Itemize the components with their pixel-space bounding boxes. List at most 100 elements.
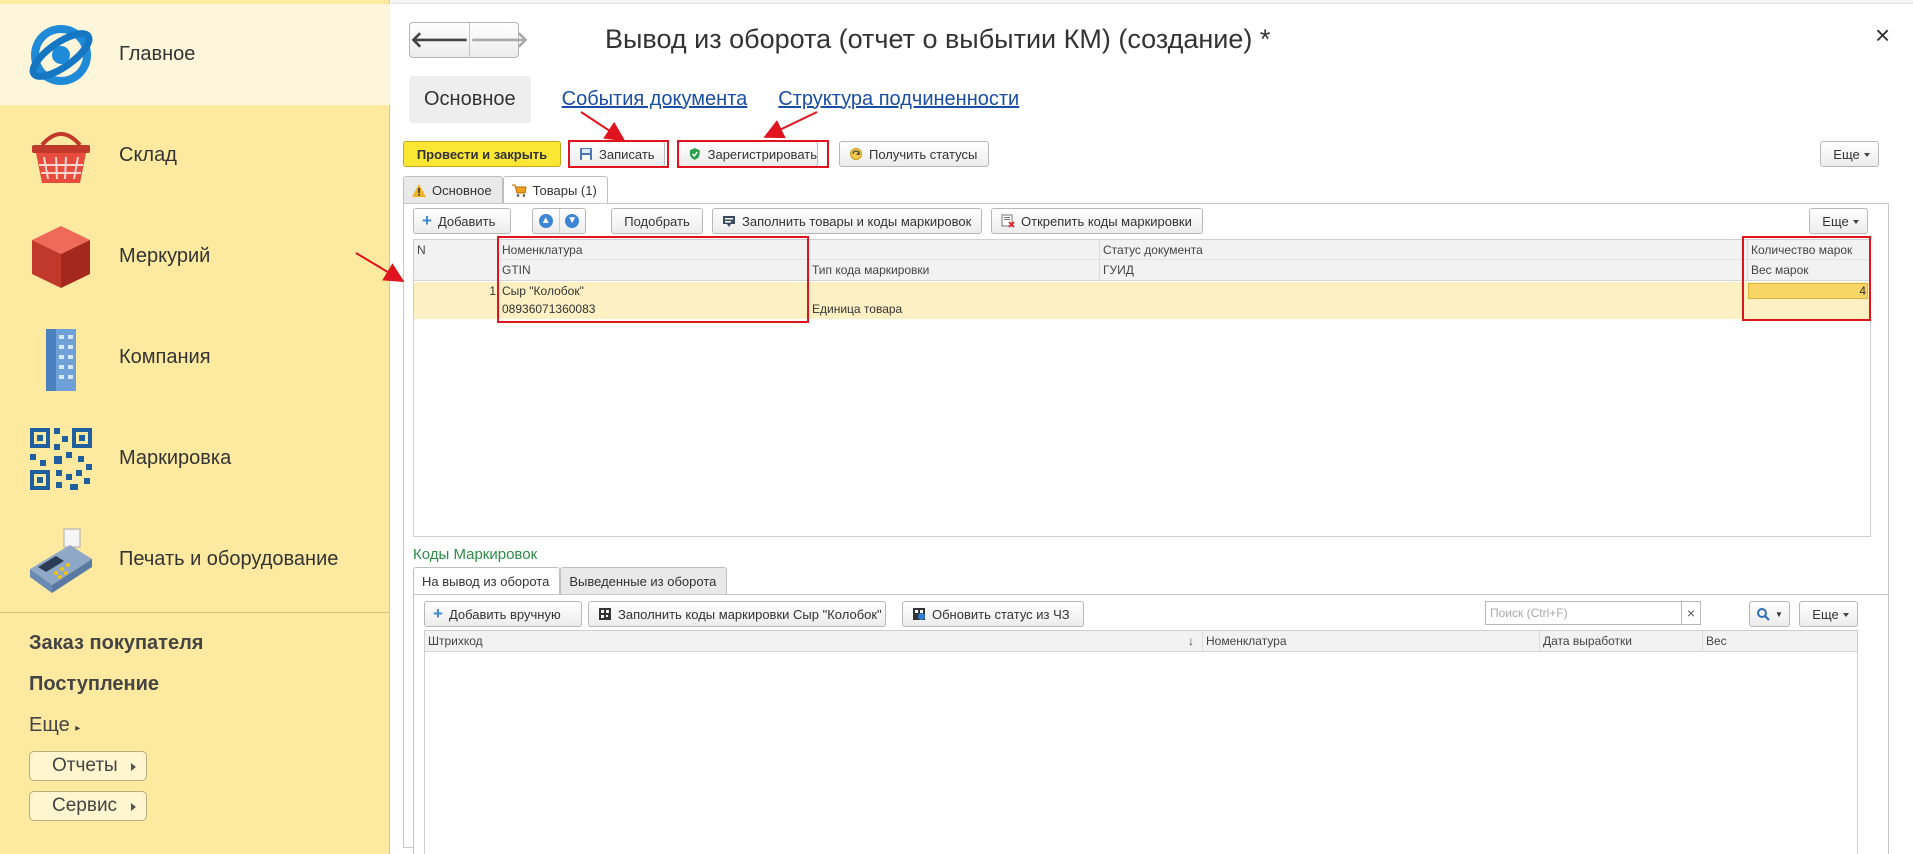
close-button[interactable]: × <box>1875 20 1890 51</box>
warning-icon <box>412 183 426 197</box>
col-doc-status[interactable]: Статус документа <box>1100 240 1748 260</box>
sidebar-item-main[interactable]: Главное <box>0 4 390 105</box>
sidebar-button-reports[interactable]: Отчеты <box>29 751 147 781</box>
fill-codes-button[interactable]: Заполнить коды маркировки Сыр "Колобок" <box>588 601 886 627</box>
sidebar-item-label: Меркурий <box>119 245 211 267</box>
sidebar-item-mercury[interactable]: Меркурий <box>0 206 390 307</box>
detach-codes-button[interactable]: Открепить коды маркировки <box>991 208 1203 234</box>
fill-list-icon <box>723 216 735 227</box>
codes-tabs: На вывод из оборота Выведенные из оборот… <box>413 567 728 594</box>
sidebar-more-label: Еще <box>29 714 70 736</box>
col-barcode[interactable]: Штрихкод ↓ <box>425 631 1203 651</box>
get-statuses-button-label: Получить статусы <box>869 146 978 162</box>
get-statuses-button[interactable]: Получить статусы <box>839 141 989 167</box>
col-barcode-label: Штрихкод <box>428 634 483 648</box>
arrow-right-icon: 🡒 <box>470 27 529 52</box>
codes-more-label: Еще <box>1812 606 1839 622</box>
plus-icon: + <box>433 604 443 623</box>
qr-code-icon <box>599 608 611 620</box>
sidebar-link-receipt[interactable]: Поступление <box>29 673 159 696</box>
col-weight[interactable]: Вес <box>1703 631 1857 651</box>
search-options-button[interactable]: ▼ <box>1749 601 1790 627</box>
add-manually-label: Добавить вручную <box>448 606 561 622</box>
register-button[interactable]: Зарегистрировать <box>678 141 818 167</box>
save-button[interactable]: Записать <box>569 141 665 167</box>
page-title: Вывод из оборота (отчет о выбытии КМ) (с… <box>605 24 1271 54</box>
col-code-type[interactable]: Тип кода маркировки <box>809 260 1100 280</box>
clear-search-button[interactable]: × <box>1681 601 1701 625</box>
chevron-right-icon <box>131 763 136 771</box>
post-and-close-button[interactable]: Провести и закрыть <box>403 141 561 167</box>
sidebar-item-label: Печать и оборудование <box>119 548 339 570</box>
col-marks-qty[interactable]: Количество марок <box>1748 240 1870 260</box>
more-button[interactable]: Еще <box>1820 141 1879 167</box>
move-buttons: ▲ ▼ <box>532 208 586 234</box>
col-marks-weight[interactable]: Вес марок <box>1748 260 1870 280</box>
cell-code-type: Единица товара <box>812 302 903 316</box>
detach-codes-label: Открепить коды маркировки <box>1021 213 1192 229</box>
document-form: 🡐 🡒 Вывод из оборота (отчет о выбытии КМ… <box>391 0 1913 854</box>
globe-icon <box>29 24 93 85</box>
sidebar-item-marking[interactable]: Маркировка <box>0 408 390 509</box>
sidebar: Главное Склад Меркурий Компания Маркиров… <box>0 0 390 854</box>
section-title-codes: Коды Маркировок <box>413 546 538 563</box>
fill-codes-label: Заполнить коды маркировки Сыр "Колобок" <box>618 606 882 622</box>
sidebar-item-print-equipment[interactable]: Печать и оборудование <box>0 509 390 610</box>
codes-table: Штрихкод ↓ Номенклатура Дата выработки В… <box>424 630 1858 854</box>
tab-to-withdraw[interactable]: На вывод из оборота <box>413 567 561 594</box>
pick-button[interactable]: Подобрать <box>611 208 703 234</box>
sidebar-button-service[interactable]: Сервис <box>29 791 147 821</box>
add-button-label: Добавить <box>437 213 496 229</box>
tab-withdrawn[interactable]: Выведенные из оборота <box>560 567 728 594</box>
sidebar-more[interactable]: Еще ▸ <box>29 714 80 737</box>
arrow-down-icon: ▼ <box>565 214 580 228</box>
cart-icon <box>511 184 527 197</box>
goods-more-button[interactable]: Еще <box>1809 208 1868 234</box>
sidebar-item-label: Маркировка <box>119 447 232 469</box>
back-button[interactable]: 🡐 <box>410 23 470 57</box>
refresh-status-button[interactable]: Обновить статус из ЧЗ <box>902 601 1084 627</box>
codes-table-header: Штрихкод ↓ Номенклатура Дата выработки В… <box>425 631 1857 652</box>
register-button-label: Зарегистрировать <box>707 146 817 162</box>
table-row[interactable]: 1 Сыр "Колобок" 08936071360083 Единица т… <box>414 282 1870 319</box>
add-manually-button[interactable]: + Добавить вручную <box>424 601 582 627</box>
col-gtin[interactable]: GTIN <box>499 260 809 280</box>
tab-inner-main-label: Основное <box>432 182 492 198</box>
forward-button[interactable]: 🡒 <box>470 23 529 57</box>
building-icon <box>46 328 76 391</box>
move-down-button[interactable]: ▼ <box>560 209 586 233</box>
top-strip <box>391 0 1913 4</box>
more-button-label: Еще <box>1833 146 1860 162</box>
goods-table: N Номенклатура Статус документа Количест… <box>413 239 1871 537</box>
detach-icon <box>1001 214 1015 228</box>
tab-subordination-structure[interactable]: Структура подчиненности <box>778 88 1019 111</box>
plus-icon: + <box>422 211 432 230</box>
navigation-buttons: 🡐 🡒 <box>409 22 529 58</box>
tab-goods[interactable]: Товары (1) <box>502 176 608 203</box>
col-n[interactable]: N <box>414 240 499 280</box>
sidebar-item-warehouse[interactable]: Склад <box>0 105 390 206</box>
sidebar-link-customer-order[interactable]: Заказ покупателя <box>29 632 203 655</box>
col-nomenclature[interactable]: Номенклатура <box>499 240 809 260</box>
chevron-down-icon <box>1864 153 1870 157</box>
codes-more-button[interactable]: Еще <box>1799 601 1858 627</box>
sidebar-button-label: Сервис <box>52 795 118 816</box>
col-codes-nomenclature[interactable]: Номенклатура <box>1203 631 1540 651</box>
pos-terminal-icon <box>30 528 92 593</box>
cube-icon <box>32 225 90 288</box>
tab-inner-main[interactable]: Основное <box>403 176 503 203</box>
search-input[interactable]: Поиск (Ctrl+F) <box>1485 601 1701 625</box>
col-production-date[interactable]: Дата выработки <box>1540 631 1703 651</box>
fill-goods-codes-button[interactable]: Заполнить товары и коды маркировок <box>712 208 982 234</box>
tab-document-events[interactable]: События документа <box>562 88 748 111</box>
sidebar-item-company[interactable]: Компания <box>0 307 390 408</box>
basket-icon <box>32 131 90 183</box>
add-button[interactable]: + Добавить <box>413 208 511 234</box>
chevron-down-icon <box>1843 613 1849 617</box>
floppy-disk-icon <box>580 148 592 160</box>
tab-main[interactable]: Основное <box>409 75 531 123</box>
move-up-button[interactable]: ▲ <box>533 209 560 233</box>
tab-goods-label: Товары (1) <box>532 182 597 198</box>
col-guid[interactable]: ГУИД <box>1100 260 1748 280</box>
col-empty <box>809 240 1100 260</box>
